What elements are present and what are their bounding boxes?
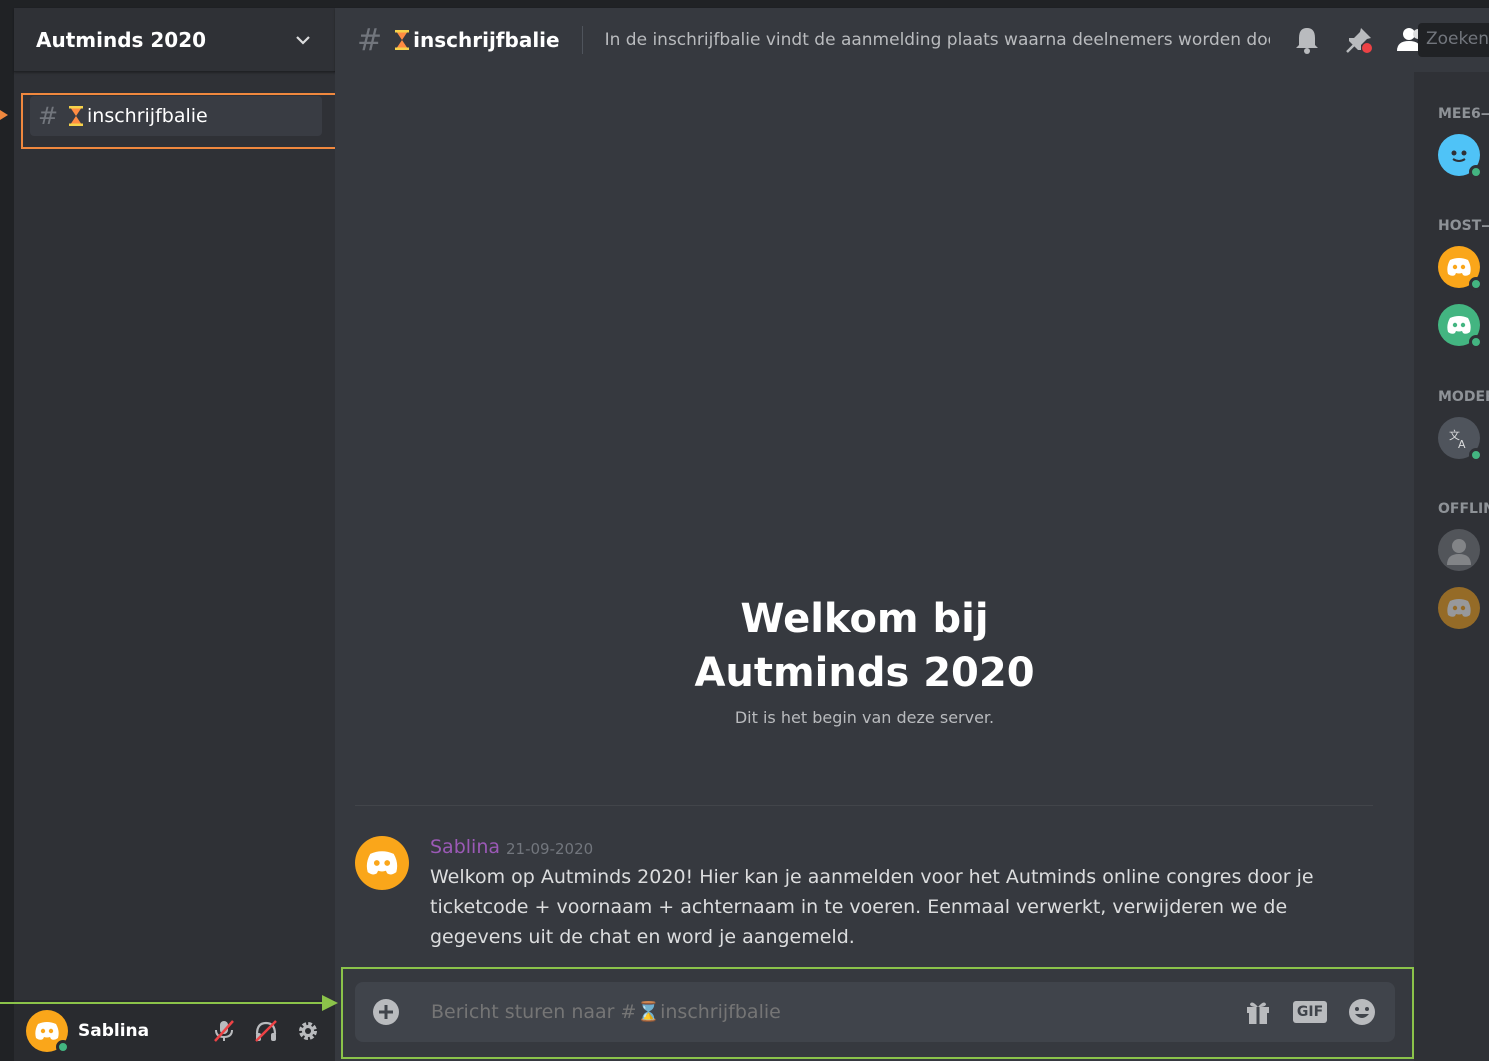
- microphone-muted-icon: [214, 1019, 234, 1042]
- notifications-button[interactable]: [1292, 25, 1322, 55]
- arrow-line: [0, 1002, 330, 1004]
- welcome-title-line: Autminds 2020: [694, 650, 1035, 696]
- channel-sidebar: Autminds 2020 # inschrijfbalie Sablina: [14, 8, 335, 1061]
- message-author[interactable]: Sablina: [430, 836, 500, 858]
- discord-logo-icon: [1447, 599, 1471, 617]
- user-name: Sablina: [78, 1020, 150, 1041]
- bot-face-icon: [1451, 150, 1467, 162]
- avatar[interactable]: [26, 1009, 70, 1054]
- discord-logo-icon: [1447, 316, 1471, 334]
- search-input[interactable]: Zoeken: [1418, 23, 1489, 57]
- arrow-pointer-icon: [0, 110, 8, 120]
- mute-button[interactable]: [209, 1016, 239, 1046]
- user-panel: Sablina: [14, 1000, 335, 1061]
- avatar[interactable]: [355, 836, 409, 890]
- svg-text:A: A: [1458, 438, 1466, 450]
- person-photo-icon: [1447, 539, 1471, 565]
- headphones-muted-icon: [255, 1019, 277, 1042]
- channel-topic[interactable]: In de inschrijfbalie vindt de aanmelding…: [605, 30, 1270, 50]
- bell-icon: [1295, 28, 1318, 54]
- arrow-pointer-icon: [322, 995, 338, 1011]
- discord-logo-icon: [35, 1021, 59, 1040]
- welcome-title-line: Welkom bij: [740, 596, 989, 642]
- member-group-heading: MEE6—: [1438, 106, 1489, 122]
- discord-logo-icon: [1447, 258, 1471, 276]
- online-status-icon: [56, 1039, 70, 1054]
- pinned-messages-button[interactable]: [1344, 25, 1374, 55]
- message-text: Welkom op Autminds 2020! Hier kan je aan…: [430, 866, 1314, 948]
- online-status-icon: [1469, 335, 1483, 349]
- server-header[interactable]: Autminds 2020: [14, 8, 335, 72]
- member-avatar[interactable]: [1438, 304, 1483, 349]
- welcome-subtitle: Dit is het begin van deze server.: [734, 708, 995, 727]
- discord-logo-icon: [366, 851, 398, 875]
- online-status-icon: [1469, 448, 1483, 462]
- channel-title: inschrijfbalie: [413, 28, 560, 52]
- welcome-title: Welkom bij Autminds 2020: [335, 592, 1394, 700]
- member-avatar[interactable]: [1438, 134, 1483, 179]
- chat-area: Welkom bij Autminds 2020 Dit is het begi…: [335, 72, 1414, 1061]
- online-status-icon: [1469, 165, 1483, 179]
- translate-icon: 文A: [1449, 428, 1466, 450]
- highlight-box-channel: [21, 93, 338, 149]
- settings-button[interactable]: [293, 1016, 323, 1046]
- member-group-heading: HOST—: [1438, 218, 1489, 234]
- member-list: MEE6— HOST— MODER 文A OFFLIN: [1414, 72, 1489, 1061]
- divider: [355, 805, 1373, 806]
- online-status-icon: [1469, 277, 1483, 291]
- channel-header: # inschrijfbalie In de inschrijfbalie vi…: [335, 8, 1489, 72]
- chevron-down-icon[interactable]: [293, 30, 313, 50]
- member-group-heading: MODER: [1438, 389, 1489, 405]
- member-avatar[interactable]: [1438, 587, 1480, 629]
- hash-icon: #: [357, 22, 383, 58]
- server-name: Autminds 2020: [36, 27, 207, 52]
- member-group-heading: OFFLIN: [1438, 501, 1489, 517]
- highlight-box-composer: [341, 967, 1414, 1059]
- gear-icon: [299, 1021, 317, 1040]
- deafen-button[interactable]: [251, 1016, 281, 1046]
- pin-icon: [1345, 28, 1372, 53]
- member-avatar[interactable]: [1438, 246, 1483, 291]
- member-avatar[interactable]: [1438, 529, 1480, 571]
- divider: [581, 26, 583, 54]
- member-avatar[interactable]: 文A: [1438, 417, 1483, 462]
- hourglass-icon: [395, 30, 410, 50]
- message-timestamp: 21-09-2020: [506, 840, 594, 858]
